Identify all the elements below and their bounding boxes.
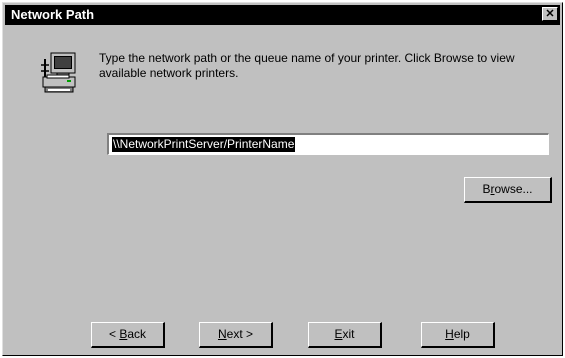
browse-label-post: owse...: [494, 182, 533, 196]
next-button[interactable]: Next >: [199, 322, 273, 348]
instruction-text: Type the network path or the queue name …: [99, 51, 515, 80]
network-path-input[interactable]: \\NetworkPrintServer/PrinterName: [107, 133, 549, 155]
network-path-value: \\NetworkPrintServer/PrinterName: [112, 137, 296, 152]
help-label-key: H: [445, 327, 454, 341]
window-title: Network Path: [11, 7, 95, 22]
network-printer-icon: [41, 52, 76, 93]
close-button[interactable]: ✕: [542, 7, 558, 21]
help-button[interactable]: Help: [421, 322, 495, 348]
back-button[interactable]: < Back: [91, 322, 165, 348]
exit-button[interactable]: Exit: [308, 322, 382, 348]
exit-label-key: E: [334, 327, 343, 341]
network-path-dialog: Network Path ✕ Type the network path or …: [2, 2, 563, 356]
title-bar: Network Path ✕: [5, 5, 560, 25]
next-label-post: ext >: [226, 327, 254, 341]
help-label-post: elp: [453, 327, 470, 341]
next-label-key: N: [217, 327, 227, 341]
back-label-pre: <: [108, 327, 120, 341]
browse-button[interactable]: Browse...: [464, 177, 552, 203]
browse-label-pre: B: [482, 182, 491, 196]
exit-label-post: xit: [342, 327, 355, 341]
back-label-post: ack: [127, 327, 147, 341]
close-icon: ✕: [545, 8, 555, 20]
